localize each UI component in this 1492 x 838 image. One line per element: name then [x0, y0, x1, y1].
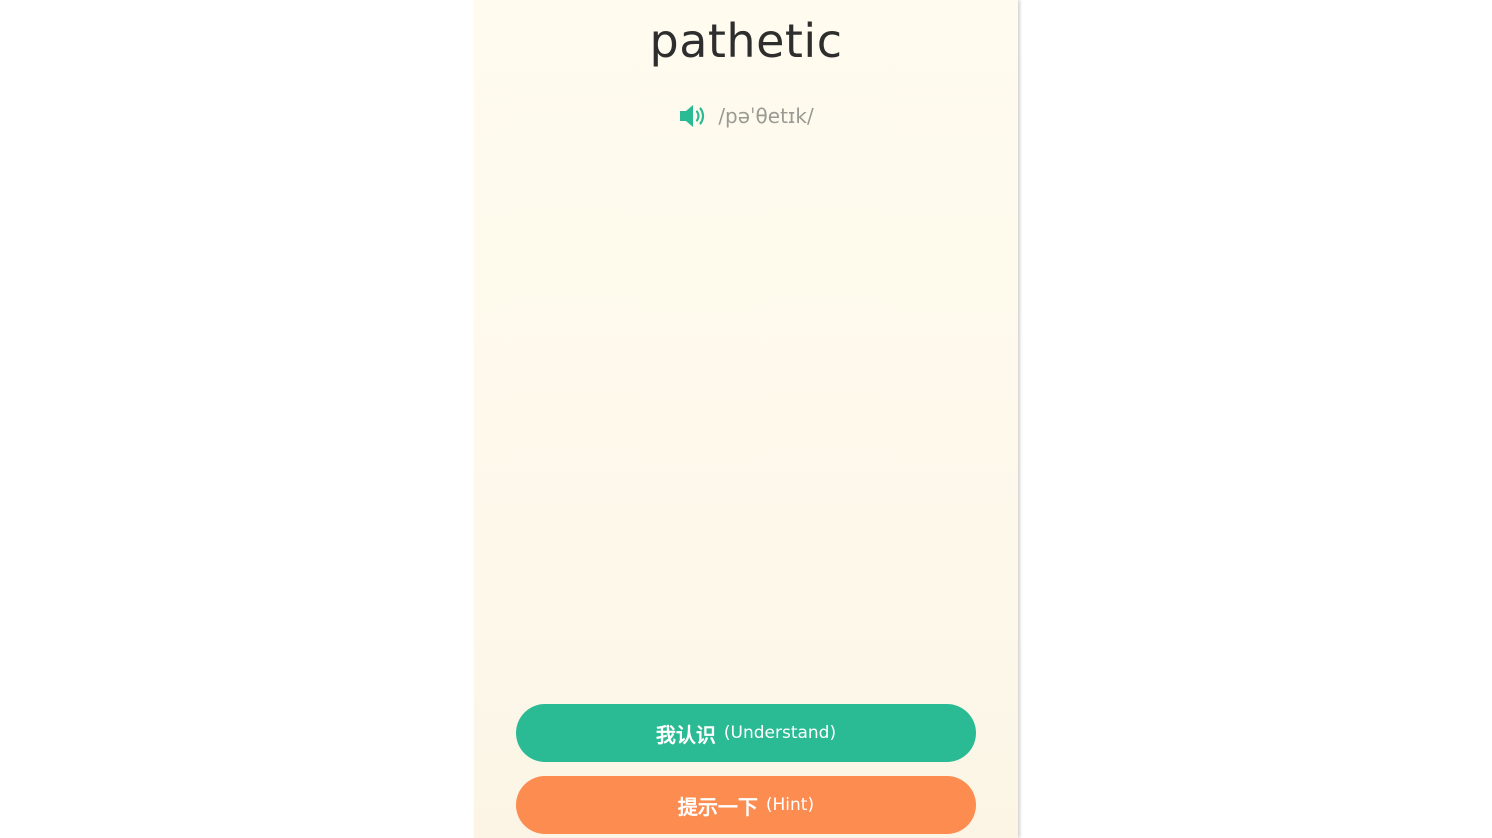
understand-button-en-label: (Understand)	[723, 723, 837, 743]
flashcard-panel: pathetic /pəˈθetɪk/ 我认识 (Understand) 提示一…	[474, 0, 1018, 838]
screen: pathetic /pəˈθetɪk/ 我认识 (Understand) 提示一…	[0, 0, 1492, 838]
speaker-volume-icon[interactable]	[678, 102, 708, 130]
understand-button-zh-label: 我认识	[655, 722, 716, 747]
hint-button-zh-label: 提示一下	[677, 794, 758, 819]
hint-button[interactable]: 提示一下 (Hint)	[516, 776, 976, 834]
vocab-word: pathetic	[649, 14, 843, 68]
pronunciation-row: /pəˈθetɪk/	[474, 100, 1018, 132]
understand-button[interactable]: 我认识 (Understand)	[516, 704, 976, 762]
hint-button-en-label: (Hint)	[765, 795, 815, 815]
phonetic-transcription: /pəˈθetɪk/	[718, 104, 814, 128]
